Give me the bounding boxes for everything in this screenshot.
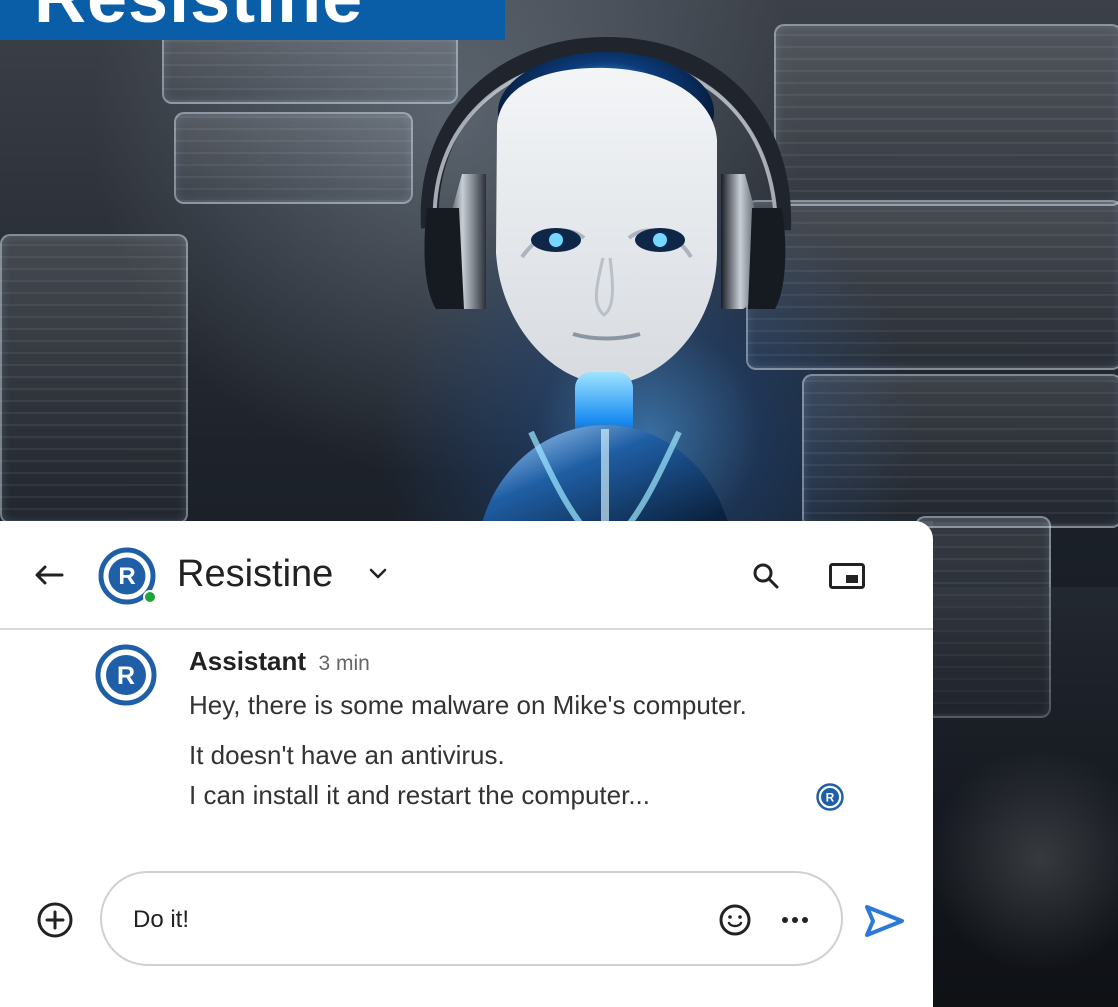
more-horizontal-icon xyxy=(782,917,808,923)
background-panel xyxy=(746,200,1118,370)
r-logo-icon: R xyxy=(816,783,844,811)
r-logo-icon: R xyxy=(95,644,157,706)
chevron-down-icon xyxy=(369,568,387,579)
message-time: 3 min xyxy=(318,652,370,675)
background-panel xyxy=(0,234,188,524)
send-button[interactable] xyxy=(858,899,912,943)
background-panel xyxy=(162,30,458,104)
more-options-button[interactable] xyxy=(773,898,817,942)
arrow-left-icon xyxy=(35,565,64,585)
emoji-button[interactable] xyxy=(713,898,757,942)
online-status-dot xyxy=(143,590,157,604)
svg-text:R: R xyxy=(118,563,135,590)
message-line: It doesn't have an antivirus. xyxy=(189,740,505,770)
chat-panel: R Resistine R Assistant 3 min Hey, there… xyxy=(0,521,933,1007)
picture-in-picture-button[interactable] xyxy=(823,554,871,598)
message-meta: Assistant 3 min xyxy=(189,646,370,677)
back-button[interactable] xyxy=(28,554,70,596)
search-button[interactable] xyxy=(744,554,788,598)
svg-text:R: R xyxy=(117,662,135,690)
picture-in-picture-icon xyxy=(829,563,865,589)
message-line: Hey, there is some malware on Mike's com… xyxy=(189,690,747,720)
svg-text:R: R xyxy=(826,791,835,805)
plus-circle-icon xyxy=(37,902,73,938)
chat-title[interactable]: Resistine xyxy=(177,552,333,596)
message-composer[interactable] xyxy=(100,871,843,966)
message-item: R Assistant 3 min Hey, there is some mal… xyxy=(0,637,933,847)
emoji-icon xyxy=(719,904,751,936)
search-icon xyxy=(753,563,779,589)
screenshot-root: Resistine xyxy=(0,0,1118,1007)
chat-header: R Resistine xyxy=(0,521,933,630)
message-line: I can install it and restart the compute… xyxy=(189,780,651,810)
chat-title-dropdown-button[interactable] xyxy=(366,561,390,585)
brand-banner: Resistine xyxy=(0,0,505,40)
background-panel xyxy=(174,112,413,204)
add-attachment-button[interactable] xyxy=(34,899,76,941)
background-panel xyxy=(774,24,1118,206)
message-input[interactable] xyxy=(133,900,673,940)
message-author: Assistant xyxy=(189,646,307,676)
send-icon xyxy=(865,905,904,937)
background-panel xyxy=(802,374,1118,528)
